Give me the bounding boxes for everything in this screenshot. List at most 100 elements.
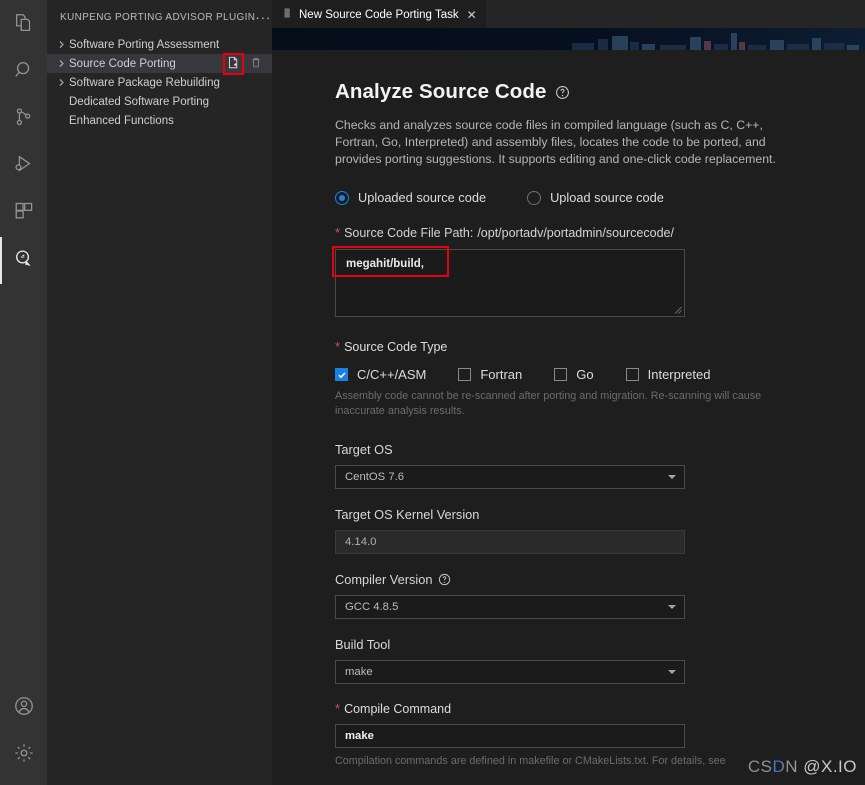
radio-indicator[interactable]: [527, 190, 542, 205]
tab-bar-empty-space: [485, 0, 865, 28]
checkbox-option-fortran[interactable]: Fortran: [458, 367, 522, 382]
bottom-edge: [272, 780, 865, 785]
activity-item-explorer[interactable]: [0, 2, 47, 49]
activity-item-run-debug[interactable]: [0, 143, 47, 190]
source-code-type-label: * Source Code Type: [335, 340, 865, 354]
field-source-code-file-path: * Source Code File Path: /opt/portadv/po…: [332, 226, 865, 317]
chevron-right-icon[interactable]: [55, 59, 68, 68]
delete-task-icon[interactable]: [250, 56, 262, 72]
activity-item-extensions[interactable]: [0, 190, 47, 237]
target-os-kernel-version-value: 4.14.0: [345, 536, 377, 548]
sidebar-item-enhanced-functions[interactable]: Enhanced Functions: [47, 111, 272, 130]
base-path-text: /opt/portadv/portadmin/sourcecode/: [477, 226, 674, 240]
compiler-version-value: GCC 4.8.5: [345, 601, 399, 613]
field-target-os: Target OS CentOS 7.6: [335, 442, 865, 489]
field-build-tool: Build Tool make: [335, 637, 865, 684]
tab-new-source-code-porting-task[interactable]: New Source Code Porting Task ✕: [272, 0, 486, 28]
source-mode-radio-group: Uploaded source code Upload source code: [335, 190, 865, 205]
chevron-right-icon[interactable]: [55, 40, 68, 49]
sidebar-panel: KUNPENG PORTING ADVISOR PLUGIN ··· Softw…: [47, 0, 272, 785]
app-window: KUNPENG PORTING ADVISOR PLUGIN ··· Softw…: [0, 0, 865, 785]
radio-label: Upload source code: [550, 190, 664, 205]
settings-gear-icon: [13, 742, 35, 769]
radio-indicator[interactable]: [335, 190, 349, 205]
source-code-file-path-label: * Source Code File Path: /opt/portadv/po…: [335, 226, 865, 240]
activity-item-settings[interactable]: [0, 732, 47, 779]
chevron-down-icon[interactable]: [668, 475, 676, 479]
sidebar-item-software-package-rebuilding[interactable]: Software Package Rebuilding: [47, 73, 272, 92]
tab-label: New Source Code Porting Task: [299, 8, 459, 21]
compile-command-hint: Compilation commands are defined in make…: [335, 755, 726, 767]
extensions-icon: [13, 200, 35, 227]
required-marker: *: [335, 701, 341, 716]
sidebar-item-software-porting-assessment[interactable]: Software Porting Assessment: [47, 35, 272, 54]
sidebar-row-actions: [223, 52, 262, 75]
activity-item-search[interactable]: [0, 49, 47, 96]
checkbox-label: Fortran: [480, 367, 523, 382]
page-description: Checks and analyzes source code files in…: [335, 118, 776, 166]
kunpeng-porting-advisor-icon: [12, 247, 35, 275]
target-os-select[interactable]: CentOS 7.6: [335, 465, 685, 489]
label-text: Target OS: [335, 442, 393, 457]
chevron-down-icon[interactable]: [668, 670, 676, 674]
radio-label: Uploaded source code: [358, 190, 487, 205]
checkbox-option-interpreted[interactable]: Interpreted: [625, 367, 711, 382]
source-code-type-checkbox-group: C/C++/ASM Fortran Go Interpreted: [335, 367, 865, 382]
watermark: CSDN @X.IO: [748, 757, 857, 777]
search-icon: [13, 59, 35, 86]
source-code-file-path-textarea[interactable]: megahit/build,: [332, 246, 685, 317]
source-code-type-hint: Assembly code cannot be re-scanned after…: [335, 390, 762, 417]
source-code-file-path-value: megahit/build,: [346, 258, 424, 270]
file-icon: [282, 7, 293, 22]
sidebar-item-dedicated-software-porting[interactable]: Dedicated Software Porting: [47, 92, 272, 111]
checkbox-label: C/C++/ASM: [357, 367, 427, 382]
source-control-icon: [13, 106, 35, 133]
sidebar-tree: Software Porting Assessment Source Code …: [47, 35, 272, 130]
account-icon: [13, 695, 35, 722]
radio-option-uploaded-source-code[interactable]: Uploaded source code: [335, 190, 486, 205]
checkbox-label: Go: [576, 367, 594, 382]
help-circle-icon[interactable]: [438, 573, 451, 586]
checkbox-indicator[interactable]: [625, 368, 639, 381]
field-compiler-version: Compiler Version GCC 4.8.5: [335, 572, 865, 619]
checkbox-indicator[interactable]: [335, 368, 348, 381]
sidebar-title: KUNPENG PORTING ADVISOR PLUGIN: [60, 12, 256, 23]
build-tool-select[interactable]: make: [335, 660, 685, 684]
checkbox-label: Interpreted: [647, 367, 711, 382]
compiler-version-select[interactable]: GCC 4.8.5: [335, 595, 685, 619]
explorer-icon: [13, 12, 35, 39]
sidebar-item-label: Software Package Rebuilding: [69, 76, 220, 89]
checkbox-indicator[interactable]: [458, 368, 472, 381]
compile-command-value: make: [345, 730, 374, 742]
required-marker: *: [335, 339, 341, 354]
field-target-os-kernel-version: Target OS Kernel Version 4.14.0: [335, 507, 865, 554]
sidebar-item-source-code-porting[interactable]: Source Code Porting: [47, 52, 272, 75]
close-icon[interactable]: ✕: [467, 8, 477, 22]
sidebar-item-label: Enhanced Functions: [69, 114, 174, 127]
new-task-highlight-box: [223, 52, 244, 75]
checkbox-option-c-cpp-asm[interactable]: C/C++/ASM: [335, 367, 426, 382]
help-circle-icon[interactable]: [555, 85, 570, 100]
target-os-value: CentOS 7.6: [345, 471, 405, 483]
activity-item-source-control[interactable]: [0, 96, 47, 143]
radio-option-upload-source-code[interactable]: Upload source code: [527, 190, 664, 205]
form-content: Analyze Source Code Checks and analyzes …: [272, 50, 865, 769]
checkbox-option-go[interactable]: Go: [554, 367, 594, 382]
new-task-icon[interactable]: [227, 56, 240, 72]
compile-command-input[interactable]: make: [335, 724, 685, 748]
editor-area: New Source Code Porting Task ✕ Analyze S…: [272, 0, 865, 785]
chevron-right-icon[interactable]: [55, 78, 68, 87]
compile-command-label: * Compile Command: [335, 702, 865, 716]
label-text: Compile Command: [344, 702, 452, 716]
activity-item-kunpeng-porting-advisor[interactable]: [0, 237, 47, 284]
target-os-label: Target OS: [335, 442, 865, 457]
chevron-down-icon[interactable]: [668, 605, 676, 609]
checkbox-indicator[interactable]: [554, 368, 568, 381]
label-text: Source Code Type: [344, 340, 448, 354]
page-title: Analyze Source Code: [335, 80, 865, 104]
sidebar-header: KUNPENG PORTING ADVISOR PLUGIN ···: [47, 0, 272, 35]
required-marker: *: [335, 225, 341, 240]
activity-item-account[interactable]: [0, 685, 47, 732]
build-tool-value: make: [345, 666, 373, 678]
resize-grip-icon[interactable]: [672, 304, 682, 314]
